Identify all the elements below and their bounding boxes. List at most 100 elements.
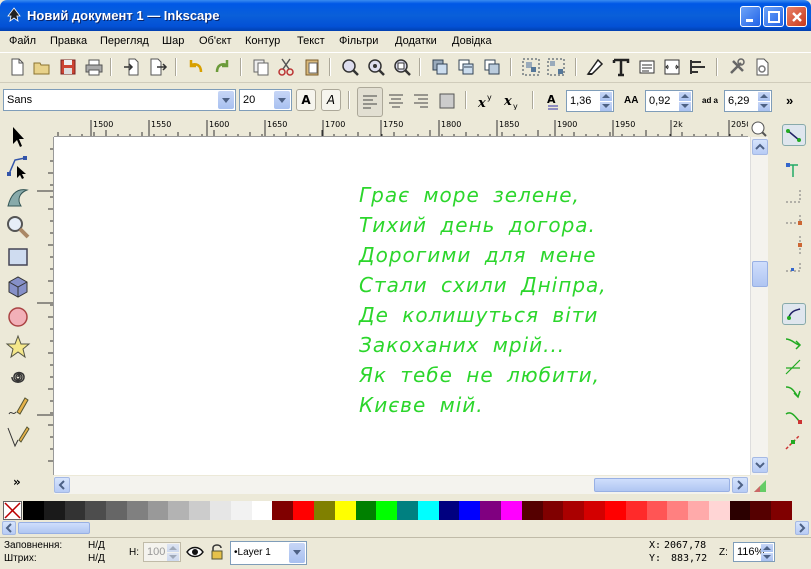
unlink-clone-icon[interactable] <box>482 57 502 77</box>
color-swatch[interactable] <box>501 501 523 520</box>
bold-button[interactable]: A <box>296 89 316 111</box>
font-size-select[interactable]: 20 <box>239 89 292 111</box>
snap-midpoints-icon[interactable] <box>782 431 806 453</box>
color-swatch[interactable] <box>625 501 647 520</box>
snap-toggle-button[interactable] <box>782 124 806 146</box>
spin-down-button[interactable] <box>761 553 773 561</box>
color-swatch[interactable] <box>397 501 419 520</box>
color-swatch[interactable] <box>126 501 149 520</box>
spin-down-button[interactable] <box>167 553 179 561</box>
scroll-down-button[interactable] <box>752 457 768 473</box>
scroll-thumb[interactable] <box>594 478 730 492</box>
snap-nodes-button[interactable] <box>782 303 806 325</box>
scroll-thumb[interactable] <box>752 261 768 287</box>
color-swatch[interactable] <box>708 501 731 520</box>
align-justify-icon[interactable] <box>438 92 456 110</box>
color-swatch[interactable] <box>417 501 440 520</box>
zoom-drawing-icon[interactable] <box>366 57 386 77</box>
zoom-tool-icon[interactable] <box>5 214 31 240</box>
selector-tool-icon[interactable] <box>5 124 31 150</box>
eye-icon[interactable] <box>186 544 204 560</box>
pencil-tool-icon[interactable] <box>5 394 31 420</box>
color-swatch[interactable] <box>542 501 564 520</box>
cut-icon[interactable] <box>276 57 296 77</box>
snap-bbox-icon[interactable] <box>782 159 806 181</box>
palette-scrollbar[interactable] <box>0 520 811 537</box>
paste-icon[interactable] <box>302 57 322 77</box>
color-swatch[interactable] <box>688 501 710 520</box>
color-swatch[interactable] <box>521 501 544 520</box>
tweak-tool-icon[interactable] <box>5 184 31 210</box>
font-family-select[interactable]: Sans <box>3 89 236 111</box>
spin-up-button[interactable] <box>679 92 691 101</box>
spin-up-button[interactable] <box>167 544 179 552</box>
open-icon[interactable] <box>32 57 52 77</box>
no-paint-swatch[interactable] <box>3 501 22 520</box>
minimize-button[interactable] <box>740 6 761 27</box>
color-swatch[interactable] <box>376 501 398 520</box>
color-managed-view-icon[interactable] <box>752 478 768 494</box>
palette-scroll-thumb[interactable] <box>18 522 90 534</box>
color-swatch[interactable] <box>210 501 232 520</box>
menu-help[interactable]: Довідка <box>452 35 492 47</box>
color-swatch[interactable] <box>230 501 253 520</box>
color-swatch[interactable] <box>64 501 86 520</box>
menu-filters[interactable]: Фільтри <box>339 35 378 47</box>
snap-smooth-nodes-icon[interactable] <box>782 406 806 428</box>
import-icon[interactable] <box>122 57 142 77</box>
transform-icon[interactable] <box>688 57 708 77</box>
save-icon[interactable] <box>58 57 78 77</box>
xml-editor-icon[interactable] <box>637 57 657 77</box>
rectangle-tool-icon[interactable] <box>5 244 31 270</box>
snap-bbox-edges-icon[interactable] <box>782 184 806 206</box>
zoom-selection-icon[interactable] <box>340 57 360 77</box>
horizontal-scrollbar[interactable] <box>54 476 750 494</box>
spin-down-button[interactable] <box>679 102 691 111</box>
letter-spacing-field[interactable]: 0,92 <box>645 90 693 112</box>
document-properties-icon[interactable] <box>752 57 772 77</box>
color-swatch[interactable] <box>272 501 294 520</box>
color-swatch[interactable] <box>604 501 627 520</box>
color-swatch[interactable] <box>189 501 211 520</box>
lock-icon[interactable] <box>209 543 225 561</box>
color-swatch[interactable] <box>480 501 502 520</box>
italic-button[interactable]: A <box>321 89 341 111</box>
chevron-down-icon[interactable] <box>274 91 290 109</box>
color-swatch[interactable] <box>355 501 377 520</box>
color-swatch[interactable] <box>729 501 751 520</box>
copy-icon[interactable] <box>251 57 271 77</box>
snap-paths-icon[interactable] <box>782 331 806 353</box>
color-swatch[interactable] <box>251 501 273 520</box>
palette-scroll-left-button[interactable] <box>2 521 16 535</box>
align-right-icon[interactable] <box>412 92 430 110</box>
color-swatch[interactable] <box>85 501 107 520</box>
menu-view[interactable]: Перегляд <box>100 35 149 47</box>
spin-down-button[interactable] <box>600 102 612 111</box>
color-swatch[interactable] <box>334 501 357 520</box>
text-font-icon[interactable] <box>611 57 631 77</box>
ellipse-tool-icon[interactable] <box>5 304 31 330</box>
color-swatch[interactable] <box>438 501 460 520</box>
vertical-scrollbar[interactable] <box>750 137 768 475</box>
opacity-field[interactable]: 100 <box>143 542 181 562</box>
star-tool-icon[interactable] <box>5 334 31 360</box>
snap-bbox-corners-icon[interactable] <box>782 209 806 231</box>
menu-layer[interactable]: Шар <box>162 35 184 47</box>
color-swatch[interactable] <box>750 501 772 520</box>
spiral-tool-icon[interactable] <box>5 364 31 390</box>
align-distribute-icon[interactable] <box>662 57 682 77</box>
chevron-down-icon[interactable] <box>289 543 305 563</box>
color-swatch[interactable] <box>168 501 190 520</box>
3d-box-tool-icon[interactable] <box>5 274 31 300</box>
color-swatch[interactable] <box>23 501 45 520</box>
color-swatch[interactable] <box>313 501 336 520</box>
color-swatch[interactable] <box>646 501 668 520</box>
ungroup-icon[interactable] <box>546 57 566 77</box>
toolbox-more-button[interactable]: » <box>13 475 21 489</box>
line-spacing-field[interactable]: 1,36 <box>566 90 614 112</box>
snap-bbox-centers-icon[interactable] <box>782 259 806 281</box>
subscript-icon[interactable]: xy <box>502 92 522 110</box>
redo-icon[interactable] <box>212 57 232 77</box>
fill-value[interactable]: Н/Д <box>88 540 105 551</box>
color-swatch[interactable] <box>106 501 128 520</box>
